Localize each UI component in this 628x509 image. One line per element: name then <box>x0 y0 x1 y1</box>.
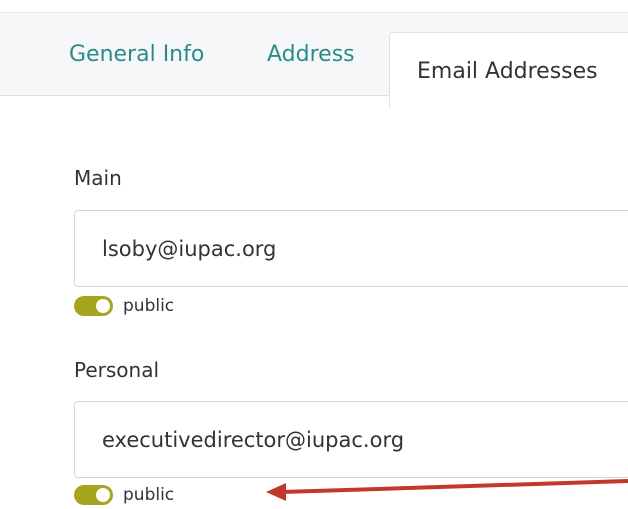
annotation-arrow-icon <box>266 479 628 501</box>
email-settings-page: General Info Address Email Addresses Mai… <box>0 0 628 509</box>
